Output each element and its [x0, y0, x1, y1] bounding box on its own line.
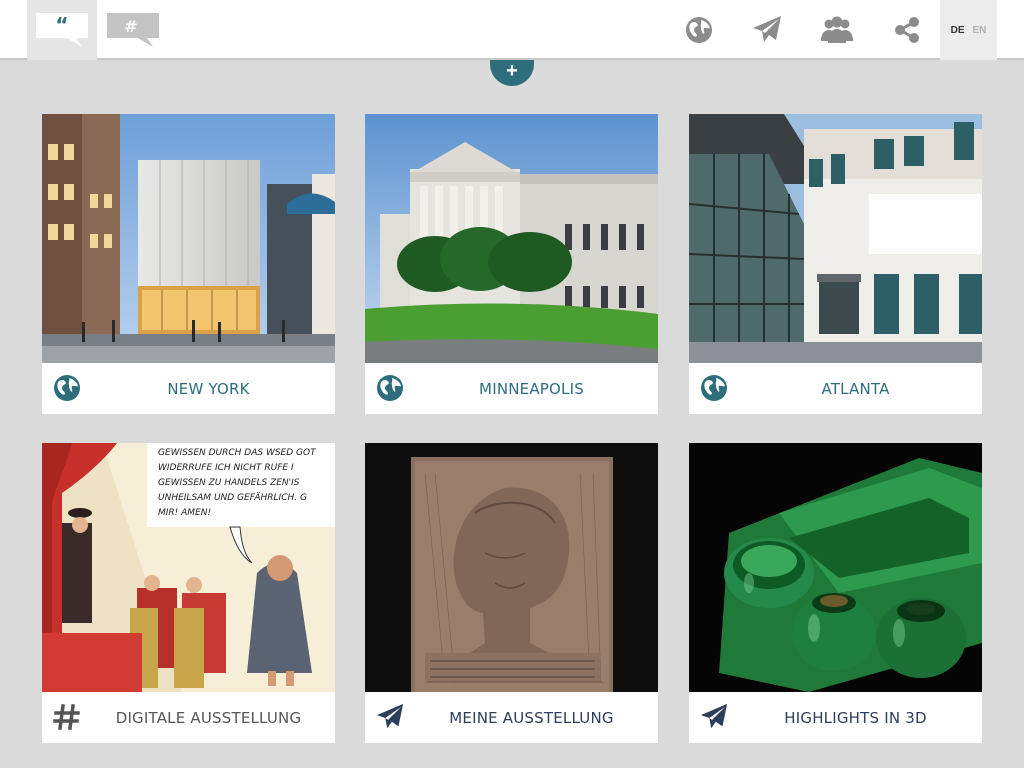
green-ceramics-image	[689, 443, 982, 692]
card-caption: HIGHLIGHTS IN 3D	[689, 692, 982, 743]
comic-text-line: GEWISSEN ZU HANDELS ZEN'IS	[158, 478, 300, 488]
card-label: DIGITALE AUSSTELLUNG	[115, 708, 302, 727]
quote-bubble-icon: “	[36, 13, 88, 47]
card-minneapolis[interactable]: MINNEAPOLIS	[365, 114, 658, 414]
comic-illustration-image: GEWISSEN DURCH DAS WSED GOT WIDERRUFE IC…	[42, 443, 335, 692]
share-icon[interactable]	[888, 12, 926, 48]
card-atlanta[interactable]: ATLANTA	[689, 114, 982, 414]
minneapolis-museum-image	[365, 114, 658, 363]
language-de[interactable]: DE	[951, 25, 965, 36]
globe-icon	[52, 373, 82, 403]
card-digitale-ausstellung[interactable]: GEWISSEN DURCH DAS WSED GOT WIDERRUFE IC…	[42, 443, 335, 743]
card-label: MINNEAPOLIS	[479, 379, 584, 398]
comic-text-line: WIDERRUFE ICH NICHT RUFE I	[158, 463, 294, 473]
top-bar: “ # DE EN	[0, 0, 1024, 60]
card-meine-ausstellung[interactable]: MEINE AUSSTELLUNG	[365, 443, 658, 743]
users-icon[interactable]	[818, 12, 856, 48]
globe-icon	[375, 373, 405, 403]
atlanta-building-image	[689, 114, 982, 363]
hashtag-bubble-icon: #	[107, 13, 159, 47]
globe-icon	[699, 373, 729, 403]
card-caption: DIGITALE AUSSTELLUNG	[42, 692, 335, 743]
comic-text-line: GEWISSEN DURCH DAS WSED GOT	[158, 448, 317, 458]
card-label: NEW YORK	[167, 379, 250, 398]
card-label: MEINE AUSSTELLUNG	[449, 708, 614, 727]
card-caption: ATLANTA	[689, 363, 982, 414]
comic-text-line: UNHEILSAM UND GEFÄHRLICH. G	[158, 492, 307, 503]
add-button[interactable]: +	[490, 60, 534, 86]
engraving-plate-image	[365, 443, 658, 692]
paper-plane-icon	[699, 702, 729, 732]
card-caption: NEW YORK	[42, 363, 335, 414]
card-label: ATLANTA	[821, 379, 890, 398]
paper-plane-icon[interactable]	[748, 12, 786, 48]
card-label: HIGHLIGHTS IN 3D	[784, 708, 927, 727]
card-caption: MEINE AUSSTELLUNG	[365, 692, 658, 743]
language-en[interactable]: EN	[973, 25, 987, 36]
new-york-museum-image	[42, 114, 335, 363]
hashtag-icon	[52, 702, 82, 732]
svg-text:“: “	[55, 13, 68, 37]
card-caption: MINNEAPOLIS	[365, 363, 658, 414]
svg-text:#: #	[124, 17, 137, 36]
tab-hashtag[interactable]: #	[98, 0, 168, 60]
language-switcher: DE EN	[940, 0, 997, 60]
card-highlights-in-3d[interactable]: HIGHLIGHTS IN 3D	[689, 443, 982, 743]
comic-text-line: MIR! AMEN!	[158, 508, 211, 518]
globe-icon[interactable]	[680, 12, 718, 48]
tab-quotes[interactable]: “	[27, 0, 97, 60]
card-new-york[interactable]: NEW YORK	[42, 114, 335, 414]
paper-plane-icon	[375, 702, 405, 732]
